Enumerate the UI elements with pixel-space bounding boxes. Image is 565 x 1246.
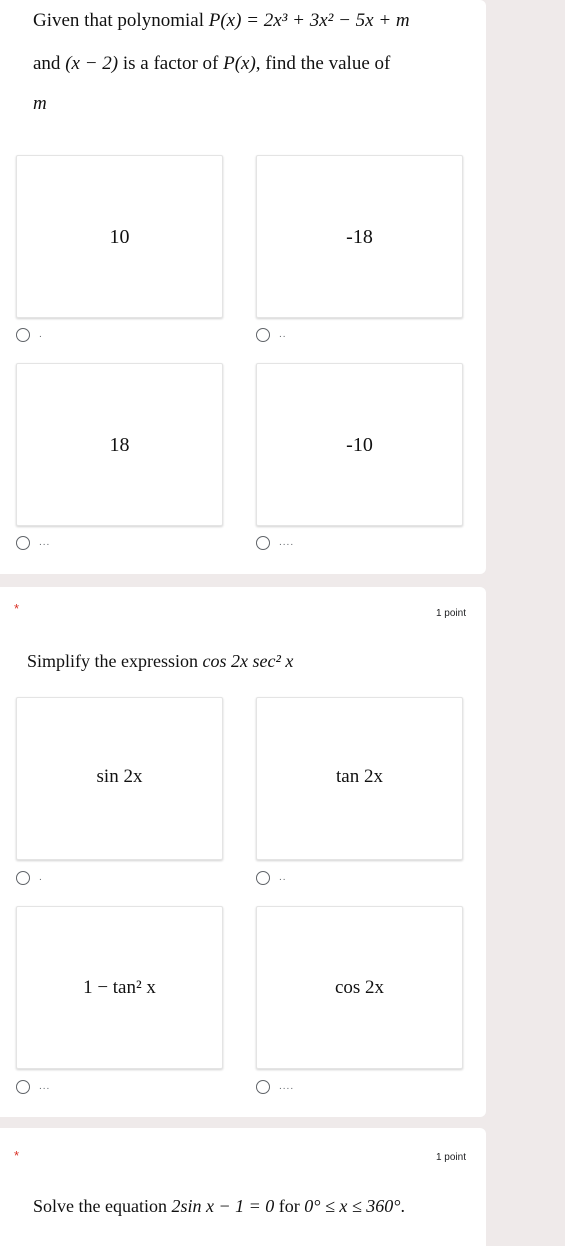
option-label: 18 bbox=[109, 434, 130, 456]
points-label: 1 point bbox=[435, 608, 466, 619]
radio-option-2[interactable] bbox=[256, 328, 270, 342]
question-card-1: Given that polynomial P(x) = 2x³ + 3x² −… bbox=[0, 0, 486, 574]
option-image-2[interactable]: -18 bbox=[256, 155, 463, 318]
px-expression: P(x) bbox=[223, 53, 256, 74]
option-label: 1 − tan² x bbox=[83, 977, 156, 998]
radio-option-3[interactable] bbox=[16, 536, 30, 550]
question-text-mid: is a factor of bbox=[118, 53, 224, 74]
question-text-line-1: Given that polynomial P(x) = 2x³ + 3x² −… bbox=[33, 10, 410, 32]
radio-option-4[interactable] bbox=[256, 1080, 270, 1094]
question-text-prefix: Given that polynomial bbox=[33, 10, 209, 31]
option-image-4[interactable]: cos 2x bbox=[256, 906, 463, 1069]
option-label: 10 bbox=[109, 226, 130, 248]
option-label: -18 bbox=[346, 226, 373, 248]
option-image-1[interactable]: sin 2x bbox=[16, 697, 223, 860]
radio-option-3[interactable] bbox=[16, 1080, 30, 1094]
option-label: -10 bbox=[346, 434, 373, 456]
option-mark: .. bbox=[279, 329, 287, 340]
expression: cos 2x sec² x bbox=[202, 651, 294, 671]
question-text-prefix: Simplify the expression bbox=[27, 651, 203, 671]
option-mark: ... bbox=[39, 537, 51, 548]
option-mark: ... bbox=[39, 1081, 51, 1092]
question-text-prefix: Solve the equation bbox=[33, 1196, 172, 1216]
option-label: cos 2x bbox=[334, 977, 385, 998]
question-card-3: * 1 point Solve the equation 2sin x − 1 … bbox=[0, 1128, 486, 1246]
question-text-suffix: . bbox=[400, 1196, 405, 1216]
equation: 2sin x − 1 = 0 bbox=[171, 1196, 275, 1216]
question-text-mid: for bbox=[274, 1196, 305, 1216]
question-text-suffix: , find the value of bbox=[255, 53, 391, 74]
option-mark: .... bbox=[279, 537, 295, 548]
required-asterisk: * bbox=[14, 601, 20, 616]
points-label: 1 point bbox=[435, 1152, 466, 1163]
option-mark: . bbox=[39, 872, 43, 883]
option-mark: .... bbox=[279, 1081, 295, 1092]
option-mark: .. bbox=[279, 872, 287, 883]
option-image-4[interactable]: -10 bbox=[256, 363, 463, 526]
radio-option-4[interactable] bbox=[256, 536, 270, 550]
radio-option-2[interactable] bbox=[256, 871, 270, 885]
question-card-2: * 1 point Simplify the expression cos 2x… bbox=[0, 587, 486, 1117]
polynomial-expression: P(x) = 2x³ + 3x² − 5x + m bbox=[208, 10, 410, 31]
radio-option-1[interactable] bbox=[16, 328, 30, 342]
option-image-3[interactable]: 1 − tan² x bbox=[16, 906, 223, 1069]
range-expression: 0° ≤ x ≤ 360° bbox=[304, 1196, 401, 1216]
required-asterisk: * bbox=[14, 1148, 20, 1163]
option-mark: . bbox=[39, 329, 43, 340]
option-label: sin 2x bbox=[96, 766, 143, 787]
question-text-line-3: m bbox=[33, 93, 47, 114]
option-label: tan 2x bbox=[336, 766, 383, 787]
question-text-and: and bbox=[33, 53, 66, 74]
option-image-2[interactable]: tan 2x bbox=[256, 697, 463, 860]
question-text-line-2: and (x − 2) is a factor of P(x), find th… bbox=[33, 53, 390, 75]
option-image-3[interactable]: 18 bbox=[16, 363, 223, 526]
factor-expression: (x − 2) bbox=[65, 53, 119, 74]
question-text: Simplify the expression cos 2x sec² x bbox=[27, 651, 293, 672]
question-text: Solve the equation 2sin x − 1 = 0 for 0°… bbox=[33, 1196, 405, 1217]
radio-option-1[interactable] bbox=[16, 871, 30, 885]
option-image-1[interactable]: 10 bbox=[16, 155, 223, 318]
